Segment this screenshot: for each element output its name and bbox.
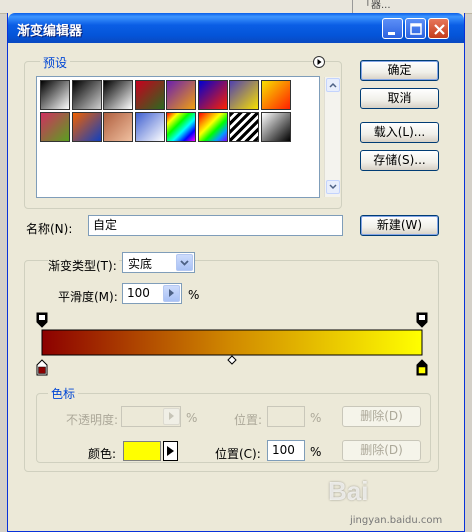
- minimize-button[interactable]: [382, 18, 403, 39]
- smoothness-label: 平滑度(M):: [58, 290, 118, 304]
- dropdown-button[interactable]: [176, 254, 193, 271]
- preset-swatch[interactable]: [134, 112, 165, 142]
- opacity-position-input[interactable]: [267, 406, 305, 427]
- preset-swatch[interactable]: [134, 80, 165, 110]
- delete-color-stop-button[interactable]: 删除(D): [342, 440, 421, 461]
- color-stop-left[interactable]: [36, 359, 48, 376]
- arrow-right-icon: [169, 289, 174, 297]
- presets-label: 预设: [40, 54, 71, 71]
- scroll-down-button[interactable]: [326, 180, 340, 194]
- color-midpoint[interactable]: [227, 355, 237, 365]
- preset-swatch[interactable]: [40, 80, 70, 110]
- scroll-up-button[interactable]: [326, 78, 340, 92]
- opacity-stop-left[interactable]: [36, 312, 48, 328]
- color-stops-label: 色标: [48, 385, 79, 402]
- preset-swatch[interactable]: [197, 80, 228, 110]
- color-stop-right[interactable]: [416, 359, 428, 376]
- load-button[interactable]: 载入(L)...: [360, 122, 439, 143]
- smoothness-unit: %: [188, 288, 200, 302]
- chevron-down-icon: [180, 260, 189, 266]
- name-label: 名称(N):: [26, 222, 73, 236]
- gradient-editor-bar[interactable]: [34, 309, 428, 379]
- color-menu-button[interactable]: [163, 441, 178, 461]
- close-button[interactable]: [428, 18, 449, 39]
- delete-opacity-stop-button[interactable]: 删除(D): [342, 406, 421, 427]
- color-position-unit: %: [310, 445, 322, 459]
- color-label: 颜色:: [88, 447, 117, 461]
- preset-swatch[interactable]: [166, 80, 196, 110]
- gradient-type-value: 实底: [128, 257, 153, 271]
- arrow-right-icon: [167, 446, 174, 456]
- chevron-up-icon: [329, 82, 337, 88]
- preset-swatch[interactable]: [103, 112, 133, 142]
- opacity-position-unit: %: [310, 411, 322, 425]
- preset-swatch[interactable]: [103, 80, 133, 110]
- ok-button[interactable]: 确定: [360, 60, 439, 81]
- opacity-stop-right[interactable]: [416, 312, 428, 328]
- color-swatch[interactable]: [123, 441, 161, 461]
- chevron-down-icon: [329, 184, 337, 190]
- minimize-icon: [388, 32, 395, 35]
- gradient-preview: [41, 329, 423, 356]
- arrow-right-icon: [317, 59, 322, 65]
- presets-scrollbar[interactable]: [324, 77, 340, 197]
- opacity-slider-button[interactable]: [163, 408, 180, 425]
- preset-swatch[interactable]: [71, 112, 102, 142]
- title-bar: 渐变编辑器: [8, 13, 464, 43]
- watermark-logo: Bai: [328, 476, 369, 506]
- preset-swatch[interactable]: [229, 80, 259, 110]
- save-button[interactable]: 存储(S)...: [360, 150, 439, 171]
- smoothness-slider-button[interactable]: [163, 285, 180, 302]
- opacity-position-label: 位置:: [234, 413, 263, 427]
- close-icon: [434, 24, 445, 35]
- opacity-label: 不透明度:: [66, 413, 119, 427]
- window-title: 渐变编辑器: [17, 24, 83, 39]
- opacity-unit: %: [186, 411, 198, 425]
- presets-menu-button[interactable]: [313, 56, 325, 68]
- watermark-url: jingyan.baidu.com: [350, 515, 443, 526]
- arrow-right-icon: [169, 412, 174, 420]
- preset-swatch[interactable]: [197, 112, 228, 142]
- color-position-label: 位置(C):: [215, 447, 261, 461]
- preset-swatch[interactable]: [260, 112, 291, 142]
- name-input[interactable]: 自定: [88, 215, 343, 236]
- presets-swatch-list: [36, 76, 340, 198]
- preset-swatch[interactable]: [71, 80, 102, 110]
- color-position-input[interactable]: 100: [267, 440, 305, 461]
- new-button[interactable]: 新建(W): [360, 215, 439, 236]
- preset-swatch[interactable]: [40, 112, 70, 142]
- maximize-button[interactable]: [405, 18, 426, 39]
- maximize-icon: [410, 23, 422, 35]
- cancel-button[interactable]: 取消: [360, 88, 439, 109]
- preset-swatch[interactable]: [260, 80, 291, 110]
- preset-swatch[interactable]: [166, 112, 196, 142]
- gradient-type-select[interactable]: 实底: [122, 252, 195, 273]
- gradient-type-label: 渐变类型(T):: [48, 257, 119, 274]
- desktop-snippet: 「器...: [352, 0, 472, 14]
- preset-swatch[interactable]: [229, 112, 259, 142]
- gradient-editor-window: 渐变编辑器 预设 确定 取消 载入(L)... 存储(S)... 名称(N): …: [7, 13, 465, 532]
